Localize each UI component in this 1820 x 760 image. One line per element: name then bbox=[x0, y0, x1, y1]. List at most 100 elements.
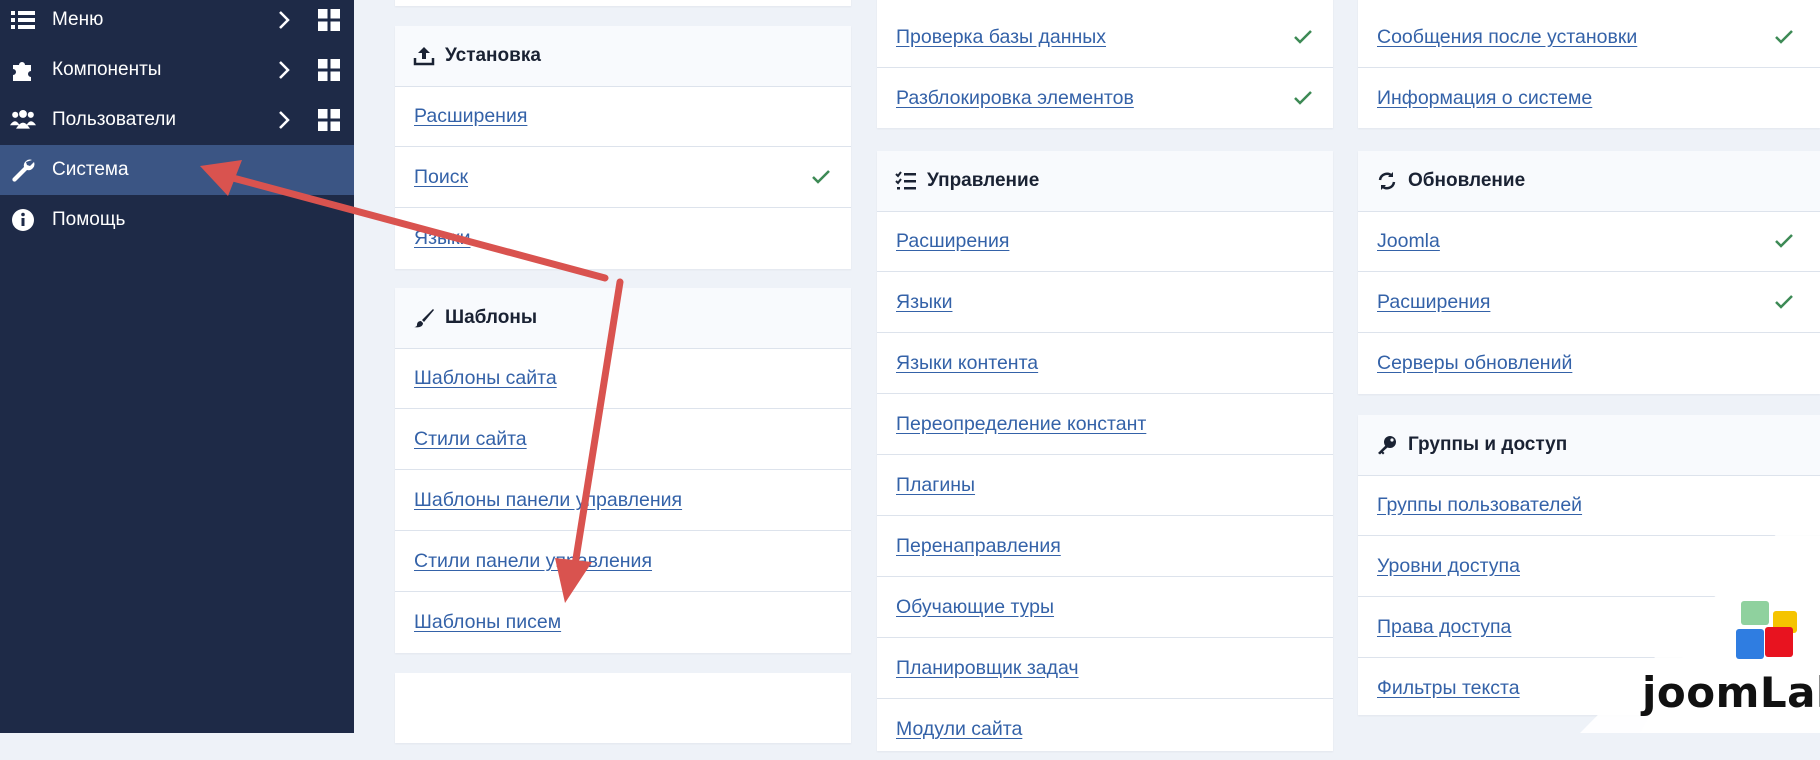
list-item: Группы пользователей bbox=[1358, 475, 1820, 536]
link-extensions-manage[interactable]: Расширения bbox=[896, 230, 1009, 253]
templates-card: Шаблоны Шаблоны сайта Стили сайта Шаблон… bbox=[395, 288, 851, 653]
puzzle-icon bbox=[13, 62, 31, 81]
link-languages-manage[interactable]: Языки bbox=[896, 291, 952, 314]
list-item: Разблокировка элементов bbox=[877, 68, 1333, 129]
sidebar-item-menu[interactable]: Меню bbox=[0, 0, 354, 45]
check-icon bbox=[812, 170, 830, 184]
list-item: Расширения bbox=[877, 211, 1333, 272]
link-content-languages[interactable]: Языки контента bbox=[896, 352, 1038, 375]
sidebar-item-label: Пользователи bbox=[52, 109, 177, 130]
list-item: Проверка базы данных bbox=[877, 7, 1333, 68]
card-title: Управление bbox=[927, 170, 1040, 191]
link-post-install-messages[interactable]: Сообщения после установки bbox=[1377, 26, 1637, 49]
card-header: Управление bbox=[877, 151, 1333, 212]
list-item: Языки bbox=[877, 272, 1333, 333]
card-header: Установка bbox=[395, 26, 851, 87]
list-item: Шаблоны писем bbox=[395, 592, 851, 653]
link-site-templates[interactable]: Шаблоны сайта bbox=[414, 367, 557, 390]
card-title: Шаблоны bbox=[445, 307, 538, 328]
dashboard-grid-icon[interactable] bbox=[318, 59, 340, 81]
link-scheduled-tasks[interactable]: Планировщик задач bbox=[896, 657, 1079, 680]
card-header: Шаблоны bbox=[395, 288, 851, 349]
list-item: Обучающие туры bbox=[877, 577, 1333, 638]
maintenance-card: Проверка базы данных Разблокировка элеме… bbox=[877, 0, 1333, 128]
sidebar-item-label: Меню bbox=[52, 9, 104, 30]
link-guided-tours[interactable]: Обучающие туры bbox=[896, 596, 1054, 619]
link-site-styles[interactable]: Стили сайта bbox=[414, 428, 527, 451]
link-access-levels[interactable]: Уровни доступа bbox=[1377, 555, 1520, 578]
list-item: Шаблоны панели управления bbox=[395, 470, 851, 531]
link-database-check[interactable]: Проверка базы данных bbox=[896, 26, 1106, 49]
chevron-right-icon[interactable] bbox=[277, 110, 291, 130]
link-search[interactable]: Поиск bbox=[414, 166, 468, 189]
update-card: Обновление Joomla Расширения Серверы обн… bbox=[1358, 151, 1820, 394]
info-card: Сообщения после установки Информация о с… bbox=[1358, 0, 1820, 128]
link-extensions-install[interactable]: Расширения bbox=[414, 105, 527, 128]
list-item: Поиск bbox=[395, 147, 851, 208]
card-stub-top bbox=[395, 0, 851, 6]
wrench-icon bbox=[12, 159, 35, 182]
paintbrush-icon bbox=[414, 309, 434, 328]
list-item: Информация о системе bbox=[1358, 68, 1820, 129]
info-icon bbox=[12, 209, 34, 231]
link-update-sites[interactable]: Серверы обновлений bbox=[1377, 352, 1572, 375]
list-item: Языки контента bbox=[877, 333, 1333, 394]
chevron-right-icon[interactable] bbox=[277, 10, 291, 30]
list-item: Joomla bbox=[1358, 211, 1820, 272]
link-extensions-update[interactable]: Расширения bbox=[1377, 291, 1490, 314]
upload-icon bbox=[413, 47, 435, 66]
link-admin-styles[interactable]: Стили панели управления bbox=[414, 550, 652, 573]
sidebar-item-system[interactable]: Система bbox=[0, 145, 354, 195]
list-item: Языки bbox=[395, 208, 851, 269]
list-item: Стили сайта bbox=[395, 409, 851, 470]
sidebar-item-label: Система bbox=[52, 159, 129, 180]
link-system-information[interactable]: Информация о системе bbox=[1377, 87, 1592, 110]
link-site-modules[interactable]: Модули сайта bbox=[896, 718, 1022, 741]
link-admin-templates[interactable]: Шаблоны панели управления bbox=[414, 489, 682, 512]
check-icon bbox=[1294, 91, 1312, 105]
link-text-filters[interactable]: Фильтры текста bbox=[1377, 677, 1520, 700]
list-item: Переопределение констант bbox=[877, 394, 1333, 455]
sidebar-item-users[interactable]: Пользователи bbox=[0, 95, 354, 145]
sidebar-item-help[interactable]: Помощь bbox=[0, 195, 354, 245]
link-redirects[interactable]: Перенаправления bbox=[896, 535, 1061, 558]
list-item: Расширения bbox=[1358, 272, 1820, 333]
card-title: Установка bbox=[445, 45, 541, 66]
install-card: Установка Расширения Поиск Языки bbox=[395, 26, 851, 269]
logo-text: joomLab bbox=[1642, 668, 1820, 717]
sidebar: Меню Компоненты Пользователи Система Пом… bbox=[0, 0, 354, 733]
link-mail-templates[interactable]: Шаблоны писем bbox=[414, 611, 561, 634]
dashboard-grid-icon[interactable] bbox=[318, 9, 340, 31]
list-item: Серверы обновлений bbox=[1358, 333, 1820, 394]
check-icon bbox=[1775, 295, 1793, 309]
link-joomla-update[interactable]: Joomla bbox=[1377, 230, 1440, 253]
sidebar-item-label: Компоненты bbox=[52, 59, 162, 80]
card-title: Обновление bbox=[1408, 170, 1526, 191]
tasks-icon bbox=[895, 171, 916, 190]
card-header: Группы и доступ bbox=[1358, 415, 1820, 476]
dashboard-grid-icon[interactable] bbox=[318, 109, 340, 131]
card-title: Группы и доступ bbox=[1408, 434, 1568, 455]
users-icon bbox=[10, 110, 36, 129]
check-icon bbox=[1775, 234, 1793, 248]
check-icon bbox=[1775, 30, 1793, 44]
link-languages-install[interactable]: Языки bbox=[414, 227, 470, 250]
list-item: Сообщения после установки bbox=[1358, 7, 1820, 68]
link-plugins[interactable]: Плагины bbox=[896, 474, 975, 497]
link-global-checkin[interactable]: Разблокировка элементов bbox=[896, 87, 1134, 110]
link-language-overrides[interactable]: Переопределение констант bbox=[896, 413, 1146, 436]
list-item: Стили панели управления bbox=[395, 531, 851, 592]
link-user-groups[interactable]: Группы пользователей bbox=[1377, 494, 1582, 517]
link-permissions[interactable]: Права доступа bbox=[1377, 616, 1511, 639]
key-icon bbox=[1378, 436, 1396, 455]
list-item: Уровни доступа bbox=[1358, 536, 1820, 597]
sidebar-item-label: Помощь bbox=[52, 209, 126, 230]
list-item: Перенаправления bbox=[877, 516, 1333, 577]
list-item: Модули сайта bbox=[877, 699, 1333, 760]
sidebar-item-components[interactable]: Компоненты bbox=[0, 45, 354, 95]
list-item: Расширения bbox=[395, 86, 851, 147]
chevron-right-icon[interactable] bbox=[277, 60, 291, 80]
manage-card: Управление Расширения Языки Языки контен… bbox=[877, 151, 1333, 751]
list-icon bbox=[11, 11, 35, 29]
list-item: Плагины bbox=[877, 455, 1333, 516]
